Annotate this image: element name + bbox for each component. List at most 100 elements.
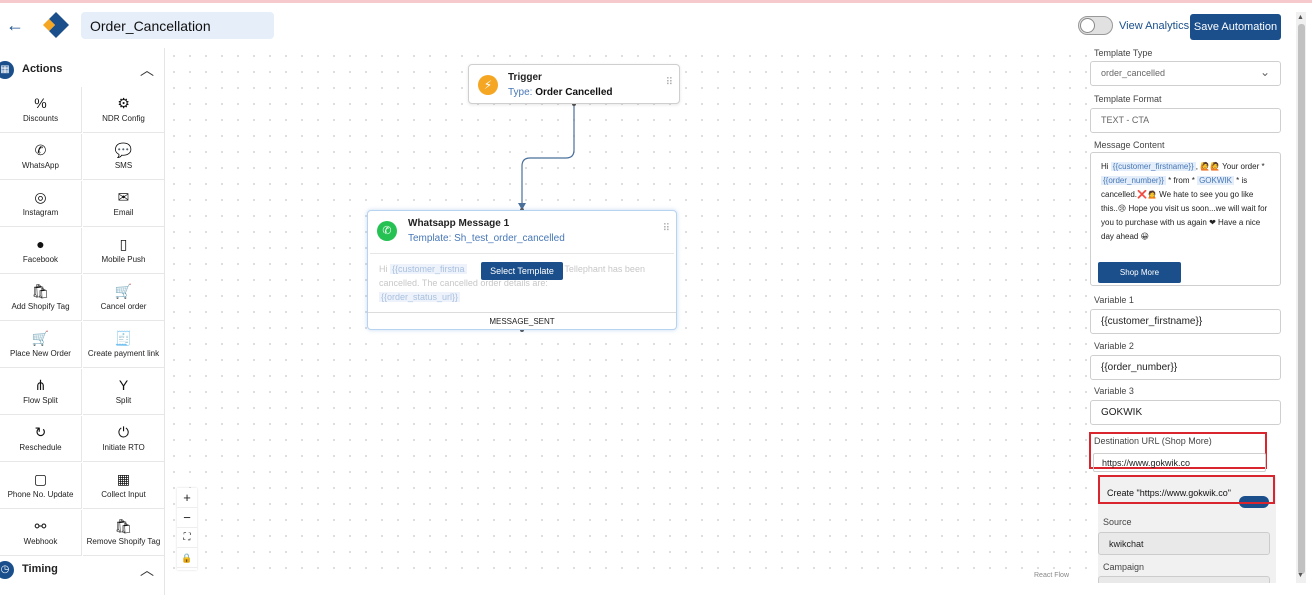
drag-handle-icon[interactable]: ⠿ [666,77,673,88]
actions-sidebar: ▦ Actions ︿ % Discounts ⚙ NDR Config ✆ What… [0,48,165,595]
lock-button[interactable]: 🔒 [177,548,197,568]
template-type-select[interactable]: order_cancelled ⌄ [1090,61,1281,86]
message-content-label: Message Content [1094,140,1165,150]
react-flow-attribution[interactable]: React Flow [1034,572,1069,579]
campaign-label: Campaign [1103,562,1145,572]
action-initiate-rto[interactable]: ⏻ Initiate RTO [83,416,164,462]
variable-1-label: Variable 1 [1094,295,1134,305]
fit-view-button[interactable]: ⛶ [177,528,197,548]
template-format-field[interactable]: TEXT - CTA [1090,108,1281,133]
webhook-icon: ⚯ [34,518,47,534]
action-label: Initiate RTO [102,443,145,452]
destination-url-input[interactable]: https://www.gokwik.co [1093,453,1266,472]
variable-2-input[interactable]: {{order_number}} [1090,355,1281,380]
action-label: Phone No. Update [7,490,74,499]
zoom-in-button[interactable]: + [177,488,197,508]
page-scrollbar[interactable]: ▲ ▼ [1296,12,1306,583]
action-flow-split[interactable]: ⋔ Flow Split [0,369,82,415]
source-label: Source [1103,517,1132,527]
actions-section-header[interactable]: ▦ Actions ︿ [0,51,164,89]
message-text: Hi [1101,162,1111,171]
template-type-label: Template Type [1094,48,1153,58]
analytics-toggle[interactable] [1078,16,1113,35]
scroll-up-icon[interactable]: ▲ [1297,14,1304,21]
message-variable: {{order_number}} [1101,176,1166,185]
action-reschedule[interactable]: ↻ Reschedule [0,416,82,462]
action-label: Discounts [22,114,59,123]
back-arrow-icon[interactable]: ← [6,15,26,35]
template-format-label: Template Format [1094,94,1162,104]
settings-panel: Template Type order_cancelled ⌄ Template … [1088,48,1294,583]
sms-icon: 💬 [114,142,133,158]
variable-3-label: Variable 3 [1094,386,1134,396]
flow-canvas[interactable]: ⚡ Trigger Type: Order Cancelled ⠿ ✆ What… [166,48,1088,583]
action-mobile-push[interactable]: ▯ Mobile Push [83,228,164,274]
action-facebook[interactable]: ● Facebook [0,228,82,274]
zoom-controls: + − ⛶ 🔒 [177,488,197,570]
percent-icon: % [34,95,47,111]
view-analytics-link[interactable]: View Analytics [1119,20,1189,32]
action-place-new-order[interactable]: 🛒 Place New Order [0,322,82,368]
chevron-up-icon[interactable]: ︿ [140,60,154,80]
cart-icon: 🛒 [31,330,50,346]
scroll-thumb[interactable] [1298,24,1305,574]
action-webhook[interactable]: ⚯ Webhook [0,510,82,556]
message-sent-handle[interactable]: MESSAGE_SENT [368,312,676,329]
shop-more-button[interactable]: Shop More [1098,262,1181,283]
chevron-down-icon: ⌄ [1259,65,1270,79]
action-whatsapp[interactable]: ✆ WhatsApp [0,134,82,180]
mobile-push-icon: ▯ [119,236,128,252]
drag-handle-icon[interactable]: ⠿ [663,223,670,234]
power-icon: ⏻ [117,424,130,440]
select-template-button[interactable]: Select Template [481,262,563,280]
actions-grid-icon: ▦ [0,61,14,79]
action-label: Split [115,396,132,405]
destination-url-label: Destination URL (Shop More) [1094,436,1212,446]
trigger-node[interactable]: ⚡ Trigger Type: Order Cancelled ⠿ [468,64,680,104]
variable-3-input[interactable]: GOKWIK [1090,400,1281,425]
flow-split-icon: ⋔ [34,377,47,393]
action-instagram[interactable]: ◎ Instagram [0,181,82,227]
chevron-up-icon[interactable]: ︿ [140,560,154,580]
action-label: Remove Shopify Tag [86,537,161,546]
phone-update-icon: ▢ [33,471,48,487]
gokwik-logo [43,12,69,38]
whatsapp-message-node[interactable]: ✆ Whatsapp Message 1 Template: Sh_test_o… [367,210,677,330]
action-sms[interactable]: 💬 SMS [83,134,164,180]
action-label: Collect Input [101,490,146,499]
timing-section-header[interactable]: ◷ Timing ︿ [0,551,164,589]
action-discounts[interactable]: % Discounts [0,87,82,133]
action-label: Instagram [22,208,59,217]
action-email[interactable]: ✉ Email [83,181,164,227]
action-cancel-order[interactable]: 🛒 Cancel order [83,275,164,321]
whatsapp-icon: ✆ [377,221,397,241]
whatsapp-icon: ✆ [34,142,47,158]
action-remove-shopify-tag[interactable]: 🛍 Remove Shopify Tag [83,510,164,556]
campaign-input[interactable] [1098,576,1270,583]
automation-name-input[interactable]: Order_Cancellation [81,12,274,39]
trigger-type: Type: Order Cancelled [508,87,613,98]
actions-title: Actions [22,63,63,75]
action-label: SMS [114,161,133,170]
action-label: Create payment link [87,349,160,358]
action-add-shopify-tag[interactable]: 🛍 Add Shopify Tag [0,275,82,321]
split-icon: Y [118,377,129,393]
action-ndr-config[interactable]: ⚙ NDR Config [83,87,164,133]
email-icon: ✉ [117,189,130,205]
scroll-down-icon[interactable]: ▼ [1297,572,1304,579]
message-variable: {{customer_firstname}} [1110,162,1196,171]
timing-title: Timing [22,563,58,575]
create-url-option[interactable]: Create "https://www.gokwik.co" [1107,488,1231,498]
grid-icon: ▦ [116,471,131,487]
action-phone-no-update[interactable]: ▢ Phone No. Update [0,463,82,509]
zoom-out-button[interactable]: − [177,508,197,528]
action-split[interactable]: Y Split [83,369,164,415]
facebook-icon: ● [36,236,45,252]
action-collect-input[interactable]: ▦ Collect Input [83,463,164,509]
trigger-type-label: Type: [508,87,533,98]
save-automation-button[interactable]: Save Automation [1190,14,1281,40]
variable-1-input[interactable]: {{customer_firstname}} [1090,309,1281,334]
action-create-payment-link[interactable]: 🧾 Create payment link [83,322,164,368]
source-input[interactable]: kwikchat [1098,532,1270,555]
trigger-title: Trigger [508,72,542,83]
